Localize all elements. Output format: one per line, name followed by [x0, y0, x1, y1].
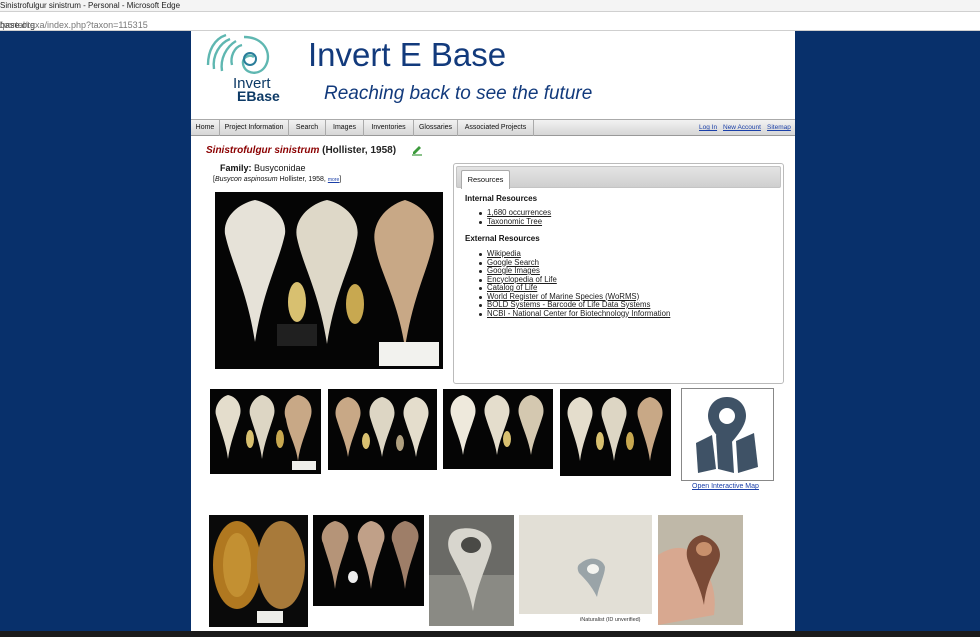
specimen-thumbnail[interactable] — [328, 389, 437, 470]
nav-associated-projects[interactable]: Associated Projects — [458, 120, 534, 136]
address-bar[interactable]: base.org/portal/taxa/index.php?taxon=115… — [0, 12, 980, 31]
logo-text-ebase: EBase — [237, 88, 280, 104]
main-specimen-image[interactable] — [215, 192, 443, 369]
site-title: Invert E Base — [308, 36, 507, 73]
window-title: Sinistrofulgur sinistrum - Personal - Mi… — [0, 1, 181, 10]
site-tagline: Reaching back to see the future — [324, 83, 593, 104]
link-taxonomic-tree[interactable]: Taxonomic Tree — [478, 217, 551, 227]
specimen-thumbnail[interactable] — [658, 515, 743, 625]
specimen-thumbnail[interactable] — [519, 515, 652, 614]
internal-resources-list: 1,680 occurrences Taxonomic Tree — [478, 208, 551, 227]
nav-inventories[interactable]: Inventories — [364, 120, 414, 136]
image-caption: iNaturalist (ID unverified) — [580, 617, 641, 623]
taxon-scientific-name: Sinistrofulgur sinistrum — [206, 145, 320, 156]
specimen-thumbnail[interactable] — [313, 515, 424, 606]
resources-panel: Resources Internal Resources 1,680 occur… — [453, 163, 784, 384]
window-titlebar: Sinistrofulgur sinistrum - Personal - Mi… — [0, 0, 980, 12]
map-pin-icon — [696, 397, 758, 473]
interactive-map-thumbnail[interactable] — [681, 388, 774, 481]
internal-resources-heading: Internal Resources — [465, 194, 538, 203]
family-line: Family: Busyconidae — [220, 163, 306, 173]
nav-home[interactable]: Home — [191, 120, 220, 136]
external-resources-heading: External Resources — [465, 234, 540, 243]
nav-search[interactable]: Search — [289, 120, 326, 136]
os-taskbar — [0, 631, 980, 637]
specimen-thumbnail[interactable] — [209, 515, 308, 627]
open-interactive-map-link[interactable]: Open Interactive Map — [692, 483, 759, 490]
new-account-link[interactable]: New Account — [723, 124, 761, 131]
specimen-thumbnail[interactable] — [210, 389, 321, 474]
synonym-name: Busycon aspinosum — [214, 176, 278, 183]
nav-project-information[interactable]: Project Information — [220, 120, 289, 136]
sitemap-link[interactable]: Sitemap — [767, 124, 791, 131]
nav-images[interactable]: Images — [326, 120, 364, 136]
specimen-thumbnail[interactable] — [560, 389, 671, 476]
synonym-author: Hollister, 1958, — [279, 176, 326, 183]
nav-glossaries[interactable]: Glossaries — [414, 120, 458, 136]
login-link[interactable]: Log In — [699, 124, 717, 131]
family-name: Busyconidae — [254, 163, 306, 173]
family-label: Family: — [220, 163, 252, 173]
taxon-heading: Sinistrofulgur sinistrum (Hollister, 195… — [206, 145, 396, 156]
synonym-line: [Busycon aspinosum Hollister, 1958, more… — [213, 176, 342, 183]
taxon-author: (Hollister, 1958) — [322, 145, 397, 156]
specimen-thumbnail[interactable] — [429, 515, 514, 626]
specimen-thumbnail[interactable] — [443, 389, 553, 469]
edit-taxon-icon[interactable] — [411, 145, 423, 156]
external-resources-list: Wikipedia Google Search Google Images En… — [478, 249, 670, 319]
page-content: Invert EBase Invert E Base Reaching back… — [191, 31, 795, 637]
resources-tab-bar: Resources — [456, 166, 781, 189]
tab-resources[interactable]: Resources — [461, 170, 510, 189]
synonym-more-link[interactable]: more — [328, 177, 339, 183]
link-ncbi[interactable]: NCBI - National Center for Biotechnology… — [478, 309, 670, 319]
main-navbar: Home Project Information Search Images I… — [191, 119, 795, 136]
